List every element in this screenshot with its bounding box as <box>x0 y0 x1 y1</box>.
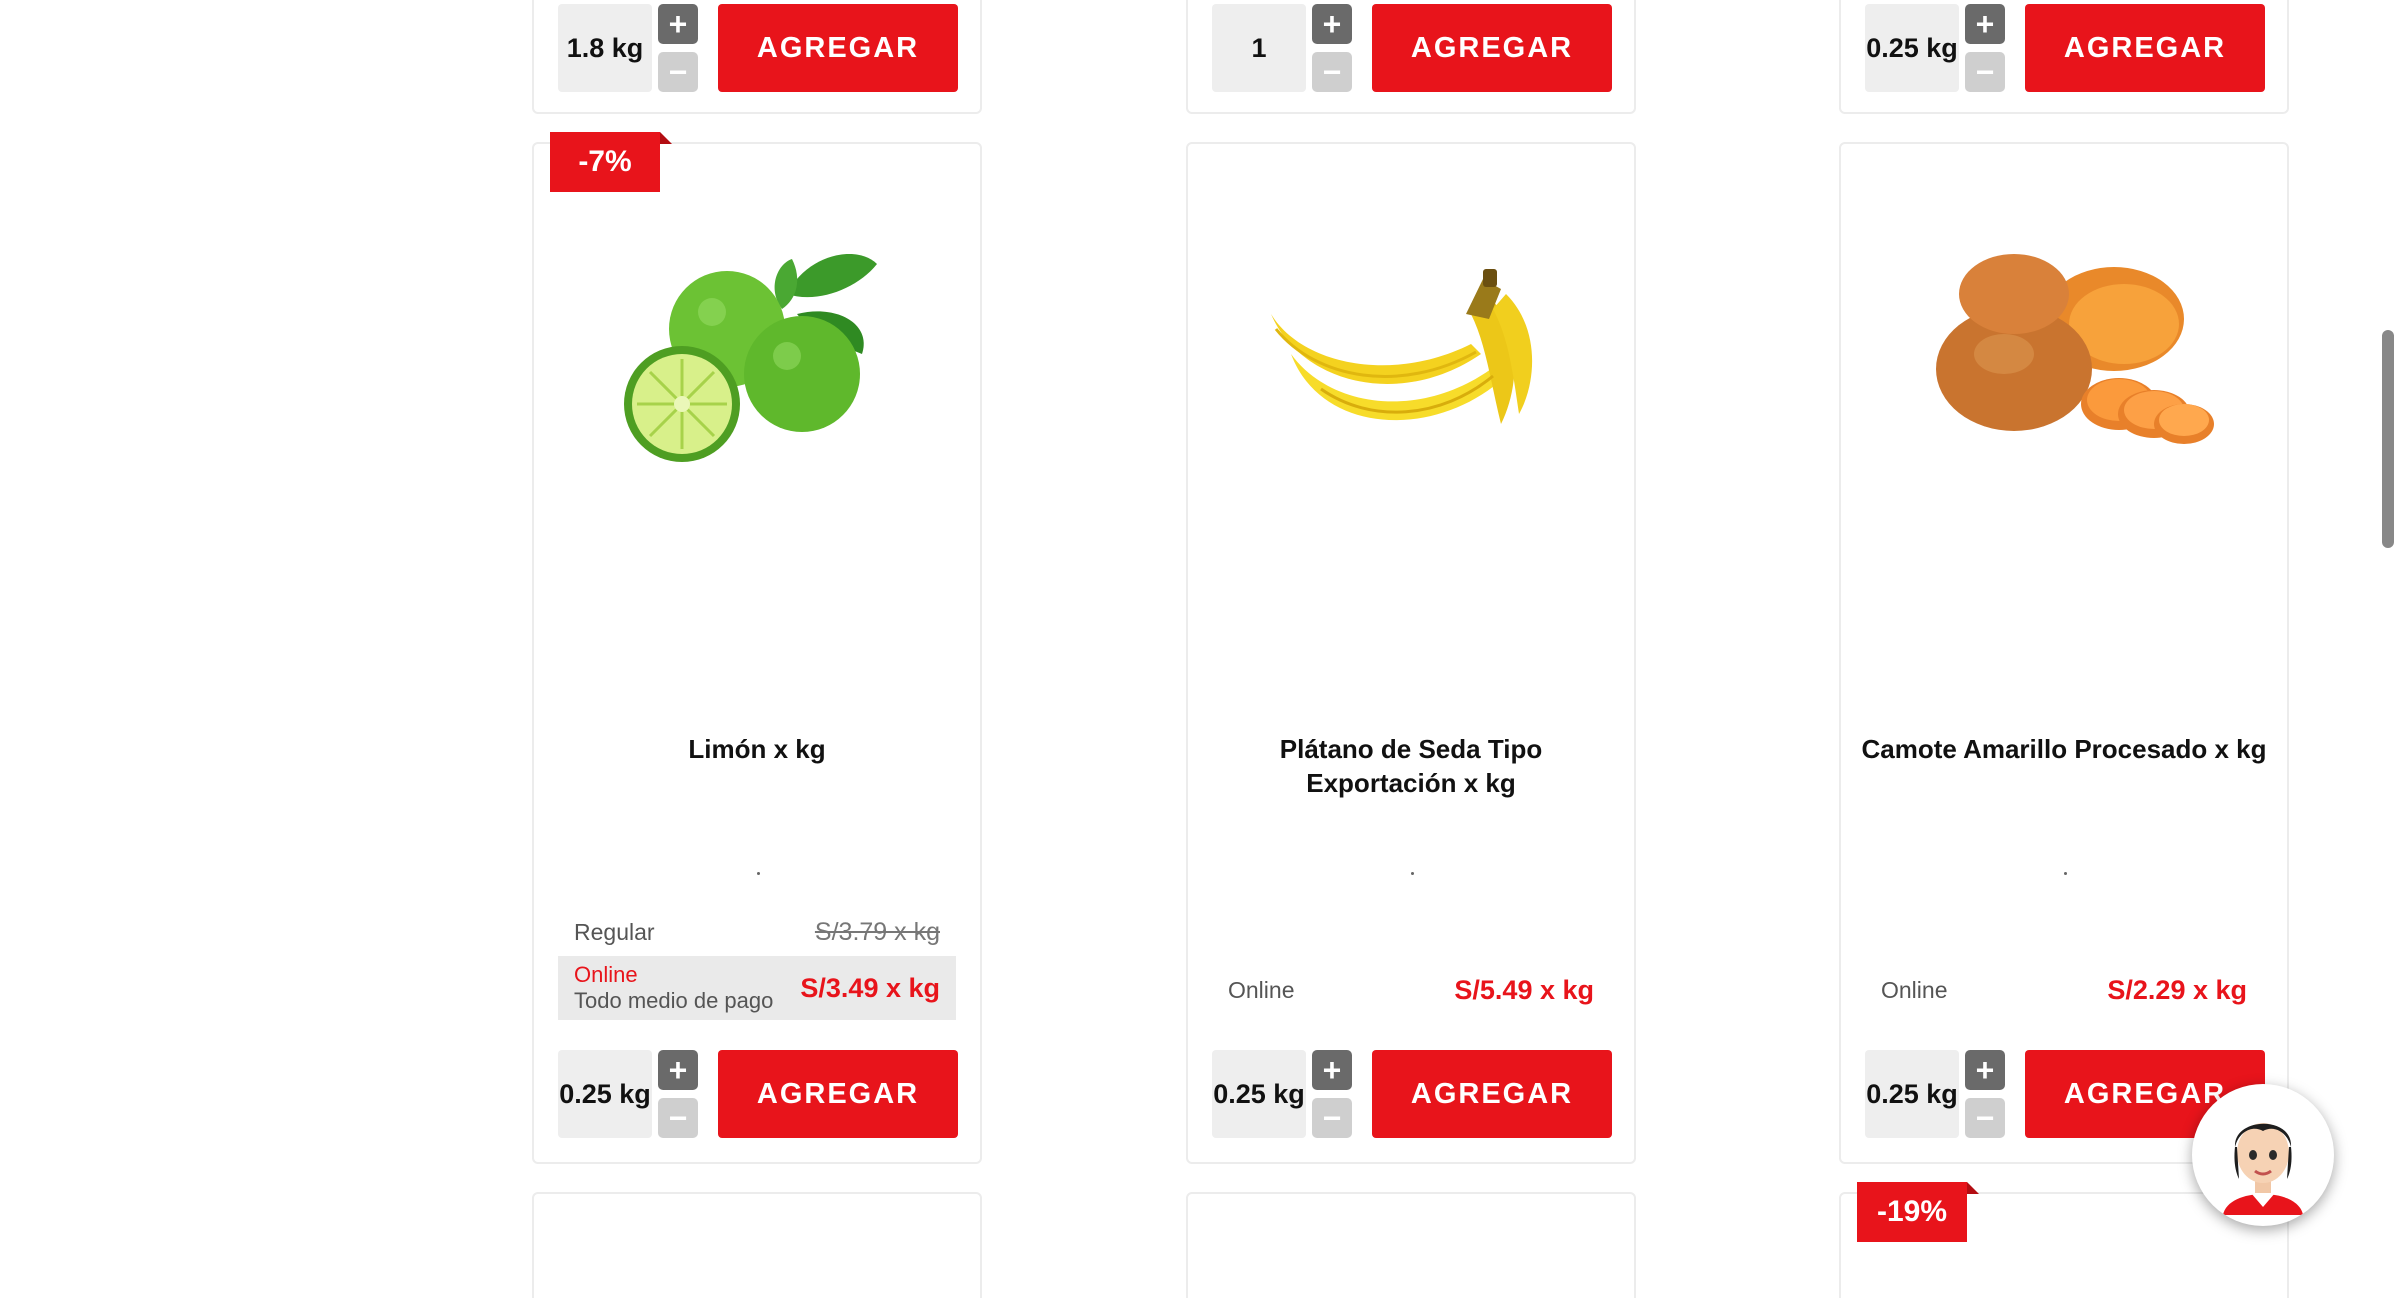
regular-price-row: Regular S/3.79 x kg <box>558 910 956 954</box>
add-to-cart-button[interactable]: AGREGAR <box>718 4 958 92</box>
separator-dot <box>1411 872 1414 875</box>
quantity-stepper: 1.8 kg + − <box>558 4 698 92</box>
minus-icon[interactable]: − <box>1312 52 1352 92</box>
product-card: 0.25 kg + − AGREGAR <box>1839 0 2289 114</box>
add-to-cart-button[interactable]: AGREGAR <box>1372 4 1612 92</box>
online-label: Online <box>1881 976 1948 1003</box>
quantity-value[interactable]: 0.25 kg <box>1865 1050 1959 1138</box>
online-label: Online <box>574 962 638 987</box>
plus-icon[interactable]: + <box>1965 4 2005 44</box>
add-to-cart-button[interactable]: AGREGAR <box>2025 4 2265 92</box>
product-name[interactable]: Limón x kg <box>554 732 960 766</box>
quantity-stepper: 0.25 kg + − <box>1865 1050 2005 1138</box>
quantity-stepper: 0.25 kg + − <box>558 1050 698 1138</box>
product-card: 1 + − AGREGAR <box>1186 0 1636 114</box>
product-card-camote[interactable]: Camote Amarillo Procesado x kg Online S/… <box>1839 142 2289 1164</box>
sweet-potato-image[interactable] <box>1914 234 2214 474</box>
add-to-cart-button[interactable]: AGREGAR <box>718 1050 958 1138</box>
quantity-value[interactable]: 0.25 kg <box>1212 1050 1306 1138</box>
product-card-limon[interactable]: -7% Limón x kg Regular S/3.79 x kg Onlin… <box>532 132 982 1164</box>
product-name[interactable]: Camote Amarillo Procesado x kg <box>1861 732 2267 766</box>
minus-icon[interactable]: − <box>1965 52 2005 92</box>
separator-dot <box>2064 872 2067 875</box>
scrollbar-thumb[interactable] <box>2382 330 2394 548</box>
plus-icon[interactable]: + <box>658 1050 698 1090</box>
quantity-value[interactable]: 0.25 kg <box>558 1050 652 1138</box>
chat-assistant-button[interactable] <box>2192 1084 2334 1226</box>
plus-icon[interactable]: + <box>1312 4 1352 44</box>
regular-label: Regular <box>574 918 655 945</box>
payment-label: Todo medio de pago <box>574 988 774 1013</box>
online-price-box: Online Todo medio de pago S/3.49 x kg <box>558 956 956 1020</box>
minus-icon[interactable]: − <box>1965 1098 2005 1138</box>
product-card: 1.8 kg + − AGREGAR <box>532 0 982 114</box>
discount-badge: -19% <box>1857 1182 1979 1242</box>
online-price: S/5.49 x kg <box>1454 974 1594 1005</box>
quantity-value[interactable]: 1.8 kg <box>558 4 652 92</box>
quantity-value[interactable]: 0.25 kg <box>1865 4 1959 92</box>
product-name[interactable]: Plátano de Seda Tipo Exportación x kg <box>1208 732 1614 800</box>
quantity-stepper: 0.25 kg + − <box>1212 1050 1352 1138</box>
add-to-cart-button[interactable]: AGREGAR <box>1372 1050 1612 1138</box>
plus-icon[interactable]: + <box>658 4 698 44</box>
lime-image[interactable] <box>607 234 907 474</box>
plus-icon[interactable]: + <box>1312 1050 1352 1090</box>
discount-badge: -7% <box>550 132 672 192</box>
online-price: S/3.49 x kg <box>800 972 940 1003</box>
regular-price: S/3.79 x kg <box>814 917 940 946</box>
product-card[interactable] <box>1186 1192 1636 1298</box>
online-label: Online <box>1228 976 1295 1003</box>
banana-image[interactable] <box>1261 234 1561 474</box>
product-card[interactable] <box>532 1192 982 1298</box>
product-card-platano[interactable]: Plátano de Seda Tipo Exportación x kg On… <box>1186 142 1636 1164</box>
plus-icon[interactable]: + <box>1965 1050 2005 1090</box>
online-price-row: Online S/5.49 x kg <box>1212 968 1610 1012</box>
quantity-stepper: 1 + − <box>1212 4 1352 92</box>
separator-dot <box>757 872 760 875</box>
quantity-value[interactable]: 1 <box>1212 4 1306 92</box>
online-price-row: Online S/2.29 x kg <box>1865 968 2263 1012</box>
minus-icon[interactable]: − <box>1312 1098 1352 1138</box>
minus-icon[interactable]: − <box>658 52 698 92</box>
quantity-stepper: 0.25 kg + − <box>1865 4 2005 92</box>
minus-icon[interactable]: − <box>658 1098 698 1138</box>
assistant-avatar-icon <box>2223 1123 2303 1215</box>
online-price: S/2.29 x kg <box>2107 974 2247 1005</box>
